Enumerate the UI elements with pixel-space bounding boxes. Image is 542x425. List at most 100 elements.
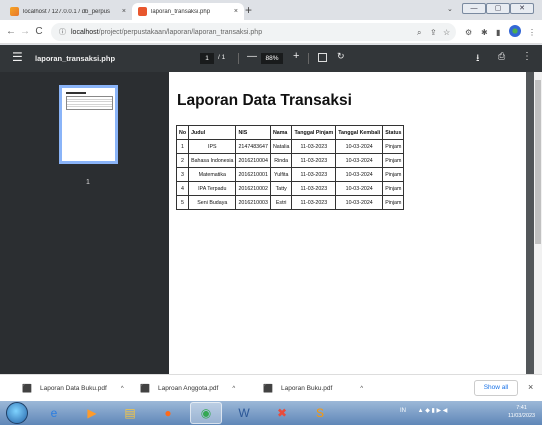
vertical-scrollbar[interactable] xyxy=(534,72,542,374)
profile-avatar[interactable] xyxy=(509,25,521,37)
cell-nis: 2016210002 xyxy=(235,181,271,196)
cell-judul: Matematika xyxy=(188,167,237,182)
chrome-icon[interactable]: ◉ xyxy=(190,402,222,424)
cell-tanggal-pinjam: 11-03-2023 xyxy=(291,167,337,182)
zoom-in-button[interactable]: + xyxy=(293,50,299,62)
page-number-input[interactable]: 1 xyxy=(200,53,214,64)
download-item[interactable]: ⬛ Laporan Buku.pdf ^ xyxy=(263,384,363,393)
cell-no: 1 xyxy=(175,139,190,154)
close-tab-icon[interactable]: × xyxy=(122,8,126,15)
cell-tanggal-pinjam: 11-03-2023 xyxy=(291,153,337,168)
menu-dots-icon[interactable]: ⋮ xyxy=(528,28,536,37)
hamburger-menu-icon[interactable]: ☰ xyxy=(12,51,23,64)
system-clock[interactable]: 7:41 11/03/2023 xyxy=(508,404,535,420)
forward-icon[interactable]: → xyxy=(18,26,32,37)
rotate-icon[interactable]: ↻ xyxy=(337,51,345,62)
extension-icon[interactable]: ⚙ xyxy=(465,28,472,37)
cell-nis: 2016210003 xyxy=(235,195,271,210)
cell-judul: Seni Budaya xyxy=(188,195,237,210)
ie-icon[interactable]: e xyxy=(38,402,70,424)
share-icon[interactable]: ⇪ xyxy=(430,28,437,37)
close-shelf-icon[interactable]: × xyxy=(528,382,533,392)
col-no: No xyxy=(175,125,190,140)
back-icon[interactable]: ← xyxy=(4,26,18,37)
side-panel-icon[interactable]: ▮ xyxy=(496,28,500,37)
divider xyxy=(238,53,239,64)
file-explorer-icon[interactable]: ▤ xyxy=(114,402,146,424)
cell-judul: Bahasa Indonesia xyxy=(188,153,237,168)
report-title: Laporan Data Transaksi xyxy=(177,92,352,109)
cell-nama: Yulfita xyxy=(269,167,293,182)
tab-laporan-transaksi[interactable]: laporan_transaksi.php × xyxy=(132,3,244,20)
sublime-text-icon[interactable]: S xyxy=(304,402,336,424)
tab-search-icon[interactable]: ⌄ xyxy=(447,5,453,13)
window-controls: — ▢ ✕ xyxy=(462,3,534,14)
address-bar[interactable]: ⓘ localhost /project/perpustakaan/lapora… xyxy=(51,23,456,41)
zoom-level-input[interactable]: 88% xyxy=(261,53,283,64)
minimize-button[interactable]: — xyxy=(462,3,486,14)
cell-status: Pinjam xyxy=(382,139,405,154)
tray-icons[interactable]: ▲ ◆ ▮ ▶ ◀ xyxy=(418,408,448,414)
table-row: 3 Matematika 2016210001 Yulfita 11-03-20… xyxy=(175,167,405,182)
pdf-viewport: Laporan Data Transaksi No Judul NIS Nama… xyxy=(169,72,534,374)
cell-nama: Estri xyxy=(269,195,293,210)
zoom-icon[interactable]: ⌕ xyxy=(417,28,421,38)
cell-tanggal-pinjam: 11-03-2023 xyxy=(291,181,337,196)
puzzle-icon[interactable]: ✱ xyxy=(481,28,488,37)
pdf-tab-icon xyxy=(138,7,147,16)
col-nis: NIS xyxy=(235,125,271,140)
firefox-icon[interactable]: ● xyxy=(152,402,184,424)
thumbnail-page-number: 1 xyxy=(86,179,90,186)
clock-time: 7:41 xyxy=(516,405,527,411)
cell-nama: Rinda xyxy=(269,153,293,168)
chevron-up-icon[interactable]: ^ xyxy=(360,386,363,392)
chevron-up-icon[interactable]: ^ xyxy=(121,386,124,392)
print-icon[interactable]: ⎙ xyxy=(498,51,505,62)
cell-tanggal-kembali: 10-03-2024 xyxy=(335,167,384,182)
browser-toolbar: ← → C ⓘ localhost /project/perpustakaan/… xyxy=(0,20,542,44)
col-judul: Judul xyxy=(188,125,237,140)
chevron-up-icon[interactable]: ^ xyxy=(232,386,235,392)
system-tray: IN ▲ ◆ ▮ ▶ ◀ xyxy=(400,407,447,414)
cell-nis: 2016210004 xyxy=(235,153,271,168)
thumbnail-title-line xyxy=(66,92,86,94)
close-tab-icon[interactable]: × xyxy=(234,8,238,15)
tab-title: localhost / 127.0.0.1 / db_perpus xyxy=(23,8,111,15)
table-row: 2 Bahasa Indonesia 2016210004 Rinda 11-0… xyxy=(175,153,405,168)
url-path: /project/perpustakaan/laporan/laporan_tr… xyxy=(98,28,263,36)
new-tab-button[interactable]: + xyxy=(245,3,252,18)
page-thumbnail[interactable] xyxy=(59,85,118,164)
cell-tanggal-pinjam: 11-03-2023 xyxy=(291,195,337,210)
table-row: 1 IPS 2147483647 Natalia 11-03-2023 10-0… xyxy=(175,139,405,154)
download-item[interactable]: ⬛ Laporan Data Buku.pdf ^ xyxy=(22,384,124,393)
show-all-button[interactable]: Show all xyxy=(474,380,518,396)
bookmark-star-icon[interactable]: ☆ xyxy=(443,28,450,37)
more-options-icon[interactable]: ⋮ xyxy=(522,51,532,62)
tab-title: laporan_transaksi.php xyxy=(151,8,211,15)
cell-tanggal-kembali: 10-03-2024 xyxy=(335,139,384,154)
cell-judul: IPA Terpadu xyxy=(188,181,237,196)
download-item[interactable]: ⬛ Laproan Anggota.pdf ^ xyxy=(140,384,235,393)
reload-icon[interactable]: C xyxy=(32,26,46,37)
media-player-icon[interactable]: ▶ xyxy=(76,402,108,424)
close-window-button[interactable]: ✕ xyxy=(510,3,534,14)
site-info-icon[interactable]: ⓘ xyxy=(59,27,66,37)
maximize-button[interactable]: ▢ xyxy=(486,3,510,14)
zoom-out-button[interactable]: — xyxy=(247,51,257,62)
fit-page-icon[interactable] xyxy=(318,53,327,62)
download-filename: Laproan Anggota.pdf xyxy=(157,385,219,392)
word-icon[interactable]: W xyxy=(228,402,260,424)
tab-phpmyadmin[interactable]: localhost / 127.0.0.1 / db_perpus × xyxy=(4,3,132,20)
pdf-page: Laporan Data Transaksi No Judul NIS Nama… xyxy=(169,72,526,374)
start-button[interactable] xyxy=(6,402,28,424)
cell-judul: IPS xyxy=(188,139,237,154)
language-indicator[interactable]: IN xyxy=(400,408,406,414)
xampp-icon[interactable]: ✖ xyxy=(266,402,298,424)
thumbnail-sidebar: 1 xyxy=(0,72,169,374)
cell-tanggal-kembali: 10-03-2024 xyxy=(335,181,384,196)
download-icon[interactable]: ⭳ xyxy=(476,51,480,68)
cell-tanggal-kembali: 10-03-2024 xyxy=(335,153,384,168)
table-row: 5 Seni Budaya 2016210003 Estri 11-03-202… xyxy=(175,195,405,210)
scrollbar-thumb[interactable] xyxy=(535,80,541,244)
tab-strip: localhost / 127.0.0.1 / db_perpus × lapo… xyxy=(0,0,542,20)
